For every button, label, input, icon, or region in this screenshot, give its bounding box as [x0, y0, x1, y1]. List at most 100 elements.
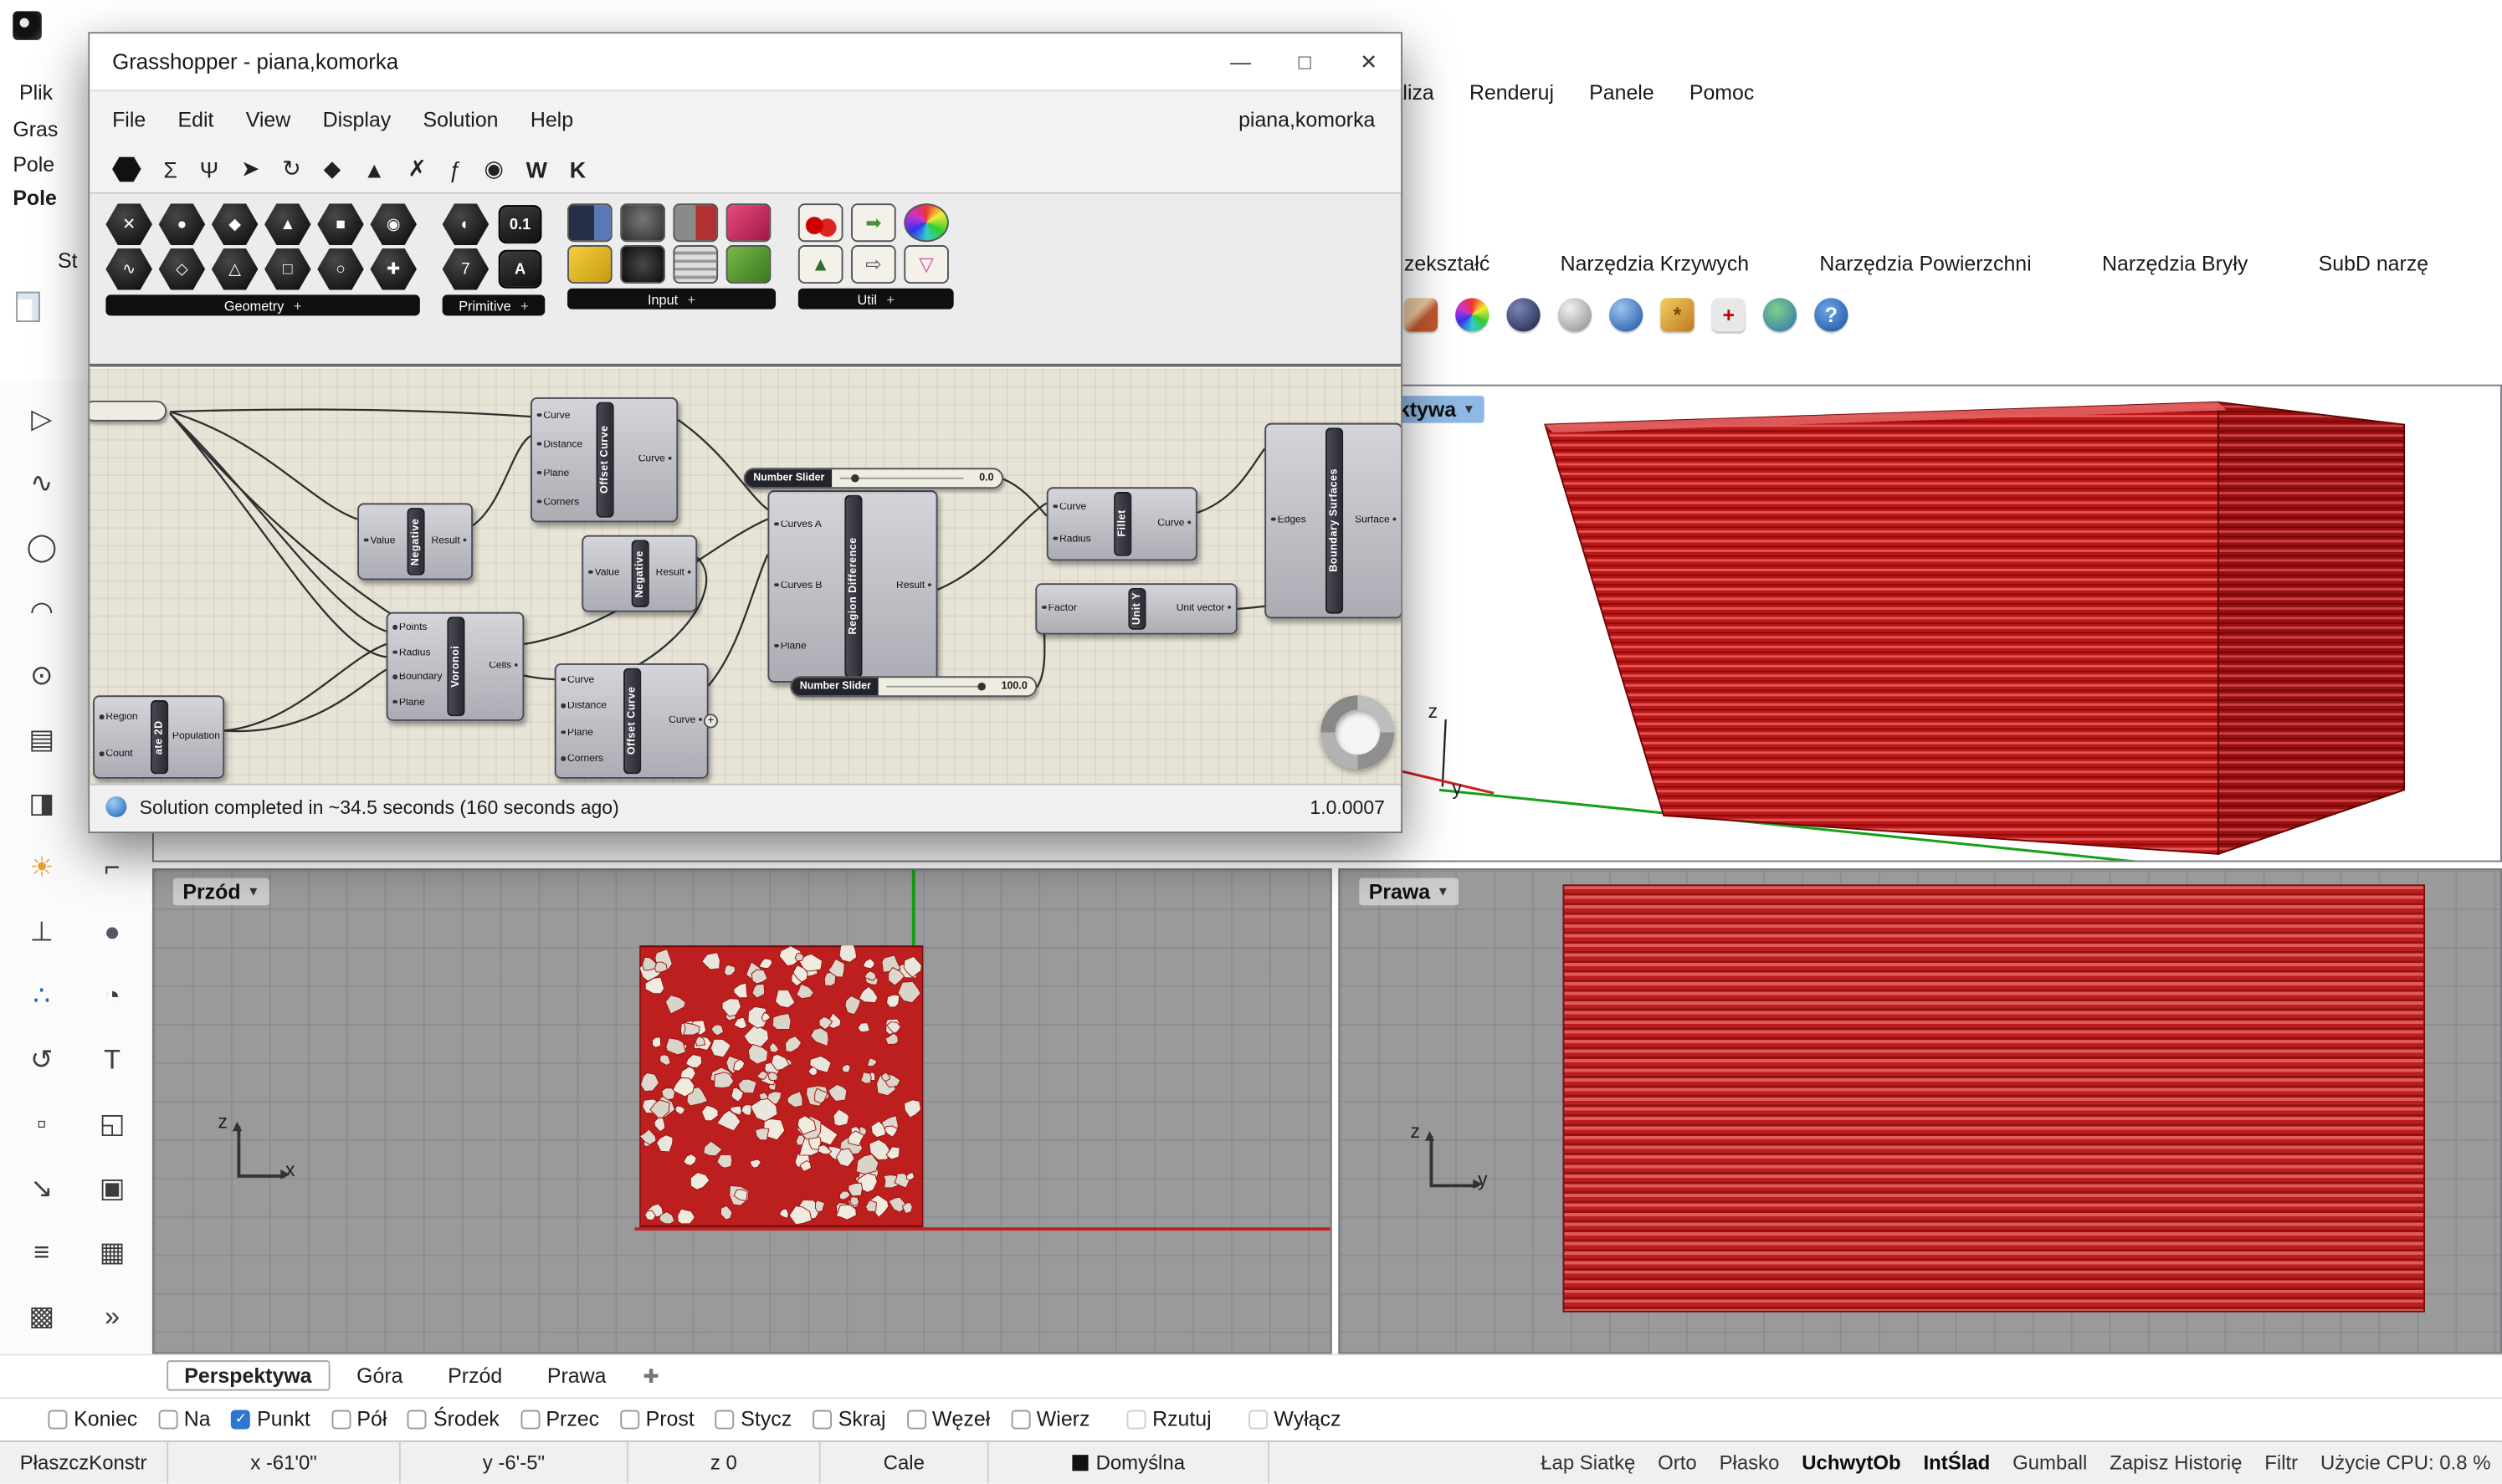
gh-port-curve[interactable]: Curve: [558, 676, 622, 687]
gh-port-curve[interactable]: Curve: [1050, 503, 1112, 514]
gh-node-voronoi[interactable]: PointsRadiusBoundaryPlaneVoronoiCells: [387, 612, 525, 721]
osnap-checkbox-skraj[interactable]: [813, 1410, 832, 1429]
hatch-icon[interactable]: ▩: [14, 1290, 69, 1344]
osnap-item-stycz[interactable]: Stycz: [715, 1407, 792, 1431]
render-tools-icon[interactable]: *: [1660, 298, 1694, 331]
gh-port-edges[interactable]: Edges: [1268, 515, 1323, 526]
statusbar-toggle-płasko[interactable]: Płasko: [1708, 1442, 1791, 1484]
rhino-toolbar-tab[interactable]: Narzędzia Powierzchni: [1819, 252, 2031, 276]
gh-port-value[interactable]: Value: [361, 536, 405, 547]
geometry-param-icon-4[interactable]: ▲: [264, 203, 311, 245]
osnap-item-punkt[interactable]: ✓Punkt: [232, 1407, 310, 1431]
curve-icon[interactable]: ∿: [14, 457, 69, 511]
rhino-toolbar-tab[interactable]: zekształć: [1404, 252, 1489, 276]
render-burst-icon[interactable]: ☀: [14, 842, 69, 896]
gh-node-unit-y[interactable]: FactorUnit YUnit vector: [1035, 583, 1237, 634]
red-section-rectangle[interactable]: [1563, 884, 2425, 1312]
new-viewport-icon[interactable]: ✚: [643, 1364, 659, 1387]
gh-maximize-button[interactable]: □: [1273, 33, 1337, 90]
number-slider-top[interactable]: Number Slider0.0: [744, 468, 1003, 489]
tree-icon[interactable]: ▲: [798, 245, 843, 284]
red-box-front-face[interactable]: [1545, 402, 2217, 854]
gh-node-populate-2d[interactable]: RegionCountate 2DPopulation: [93, 695, 224, 779]
viewport-tab-góra[interactable]: Góra: [339, 1360, 421, 1390]
gh-slider-track[interactable]: [887, 685, 985, 688]
cherry-picker-icon[interactable]: [798, 203, 843, 242]
jump-icon[interactable]: ⇨: [851, 245, 896, 284]
geometry-param-icon-9[interactable]: △: [212, 248, 259, 290]
statusbar-toggle-uchwytob[interactable]: UchwytOb: [1791, 1442, 1912, 1484]
osnap-checkbox-punkt[interactable]: ✓: [232, 1410, 251, 1429]
osnap-checkbox-stycz[interactable]: [715, 1410, 735, 1429]
osnap-item-skraj[interactable]: Skraj: [813, 1407, 885, 1431]
tab-w[interactable]: W: [526, 156, 547, 182]
gh-port-points[interactable]: Points: [389, 624, 444, 635]
gh-group-label-primitive[interactable]: Primitive+: [443, 294, 546, 315]
tab-vector[interactable]: ➤: [241, 156, 259, 183]
graph-mapper-icon[interactable]: [567, 245, 613, 284]
relay-icon[interactable]: ➡: [851, 203, 896, 242]
mesh-icon[interactable]: ▦: [85, 1226, 140, 1280]
gh-slider-track[interactable]: [841, 477, 964, 479]
gh-port-curve[interactable]: Curve: [1132, 519, 1194, 530]
blue-sphere-icon[interactable]: [1609, 298, 1643, 331]
rhino-menu-panele[interactable]: Panele: [1589, 80, 1654, 105]
osnap-item-wyłącz[interactable]: Wyłącz: [1248, 1407, 1341, 1431]
gh-menu-item-help[interactable]: Help: [531, 106, 573, 130]
viewport-tab-prawa[interactable]: Prawa: [530, 1360, 624, 1390]
gh-port-result[interactable]: Result: [650, 568, 695, 579]
rhino-toolbar-tab[interactable]: Narzędzia Bryły: [2102, 252, 2248, 276]
fluid-icon[interactable]: ▽: [904, 245, 949, 284]
tab-intersect[interactable]: ✗: [408, 156, 426, 183]
undo-rotate-icon[interactable]: ↺: [14, 1033, 69, 1087]
gh-port-corners[interactable]: Corners: [534, 498, 594, 509]
rotate-icon[interactable]: ◔: [85, 970, 140, 1024]
viewport-dropdown-icon[interactable]: ▼: [247, 884, 259, 898]
gh-port-distance[interactable]: Distance: [534, 440, 594, 451]
scale-icon[interactable]: ◱: [85, 1098, 140, 1152]
viewport-tab-przód[interactable]: Przód: [430, 1360, 520, 1390]
value-list-icon[interactable]: [673, 245, 718, 284]
viewport-right[interactable]: z y Prawa ▼: [1338, 868, 2502, 1354]
gh-expand-icon[interactable]: +: [704, 714, 718, 728]
gh-port-distance[interactable]: Distance: [558, 702, 622, 713]
gh-canvas[interactable]: RegionCountate 2DPopulationValueNegative…: [90, 367, 1401, 784]
gh-port-count[interactable]: Count: [96, 750, 148, 760]
gh-titlebar[interactable]: Grasshopper - piana,komorka — □ ✕: [90, 33, 1401, 91]
trim-icon[interactable]: ◨: [14, 777, 69, 832]
gh-menu-item-solution[interactable]: Solution: [423, 106, 499, 130]
tab-sets[interactable]: Ψ: [200, 156, 218, 182]
osnap-checkbox-koniec[interactable]: [48, 1410, 67, 1429]
statusbar-toggle-gumball[interactable]: Gumball: [2002, 1442, 2099, 1484]
gh-port-plane[interactable]: Plane: [534, 468, 594, 479]
statusbar-toggle-orto[interactable]: Orto: [1647, 1442, 1708, 1484]
gh-node-offset-curve-1[interactable]: CurveDistancePlaneCornersOffset CurveCur…: [531, 397, 678, 522]
gh-menu-item-view[interactable]: View: [246, 106, 291, 130]
select-arrow-icon[interactable]: ▷: [14, 392, 69, 447]
osnap-checkbox-na[interactable]: [158, 1410, 177, 1429]
tab-curve[interactable]: ↻: [282, 156, 300, 183]
gh-group-label-util[interactable]: Util+: [798, 289, 954, 310]
geometry-param-icon-7[interactable]: ∿: [105, 248, 152, 290]
osnap-item-rzutuj[interactable]: Rzutuj: [1126, 1407, 1211, 1431]
gh-port-curve[interactable]: Curve: [642, 715, 705, 726]
primitive-boolean-icon[interactable]: ◐: [443, 203, 490, 245]
rhino-toolbar-tab[interactable]: Narzędzia Krzywych: [1561, 252, 1750, 276]
button-icon[interactable]: [620, 203, 665, 242]
tab-k[interactable]: K: [570, 156, 586, 182]
move-icon[interactable]: ↘: [14, 1162, 69, 1216]
gumball-icon[interactable]: +: [1712, 298, 1746, 331]
geometry-param-icon-1[interactable]: ✕: [105, 203, 152, 245]
extend-icon[interactable]: ⊥: [14, 905, 69, 959]
new-document-icon[interactable]: [16, 292, 40, 322]
rhino-toolbar-tab[interactable]: SubD narzę: [2319, 252, 2429, 276]
toggle-icon[interactable]: [673, 203, 718, 242]
colour-swatch-icon[interactable]: [726, 245, 772, 284]
statusbar-toggle-filtr[interactable]: Filtr: [2253, 1442, 2310, 1484]
geometry-param-icon-5[interactable]: ■: [317, 203, 364, 245]
viewport-label-front[interactable]: Przód ▼: [173, 878, 269, 906]
md-slider-icon[interactable]: [726, 203, 772, 242]
osnap-checkbox-prost[interactable]: [620, 1410, 639, 1429]
gh-port-radius[interactable]: Radius: [389, 648, 444, 659]
osnap-checkbox-rzutuj[interactable]: [1126, 1410, 1146, 1429]
